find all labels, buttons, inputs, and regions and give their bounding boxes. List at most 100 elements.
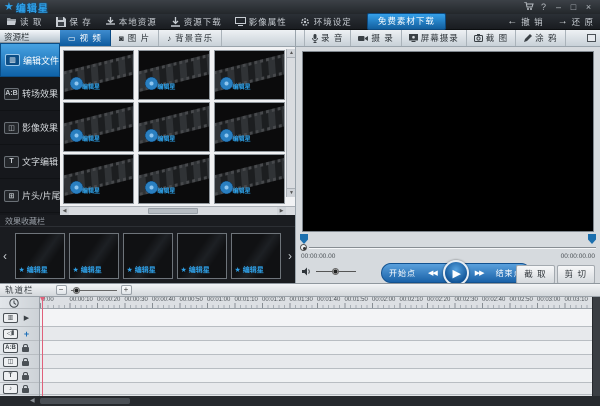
audio-track-header[interactable]: ◁⦀ + xyxy=(0,327,39,341)
audio-track-lane[interactable] xyxy=(40,327,592,341)
media-horizontal-scrollbar[interactable]: ◀ ▶ xyxy=(60,206,295,215)
fullscreen-icon[interactable] xyxy=(587,34,596,42)
media-vertical-scrollbar[interactable]: ▲ ▼ xyxy=(286,49,295,197)
scroll-right-icon[interactable]: ▶ xyxy=(277,207,286,215)
capture-button[interactable]: 截 取 xyxy=(516,265,554,284)
sidebar-item-video-effects[interactable]: ◫ 影像效果 xyxy=(0,111,60,145)
playhead[interactable] xyxy=(42,297,43,396)
volume-slider[interactable] xyxy=(316,271,356,272)
skip-forward-icon[interactable]: ▶▶ xyxy=(470,269,489,277)
favorites-prev-icon[interactable]: ‹ xyxy=(0,249,10,263)
media-thumbnail[interactable]: 编辑星 xyxy=(138,50,209,100)
sidebar-item-intro-outro[interactable]: ⊞ 片头/片尾 xyxy=(0,179,60,213)
skip-back-icon[interactable]: ◀◀ xyxy=(423,269,442,277)
timeline-zoom-handle[interactable] xyxy=(73,287,80,294)
seek-bar[interactable] xyxy=(300,244,596,252)
timeline-zoom-in-button[interactable]: + xyxy=(121,285,132,295)
video-properties-button[interactable]: 影像属性 xyxy=(235,16,287,28)
sidebar-item-edit-files[interactable]: ▥ 编辑文件 xyxy=(0,43,60,77)
tab-camcorder[interactable]: 摄 录 xyxy=(351,30,401,46)
help-button[interactable]: ? xyxy=(536,2,551,12)
video-preview-screen[interactable] xyxy=(302,51,594,232)
add-track-icon[interactable]: + xyxy=(22,329,31,339)
minimize-button[interactable]: – xyxy=(551,2,566,12)
thumbnail-logo-text: 编辑星 xyxy=(82,186,100,195)
tab-background-music[interactable]: ♪ 背景音乐 xyxy=(159,30,222,46)
save-button[interactable]: 保 存 xyxy=(55,16,91,28)
video-track-header[interactable]: ▥ ▶ xyxy=(0,309,39,327)
scroll-left-icon[interactable]: ◀ xyxy=(30,396,35,406)
media-thumbnail[interactable]: 编辑星 xyxy=(214,50,285,100)
timeline-body[interactable]: 0:0000:00:1000:00:2000:00:3000:00:4000:0… xyxy=(40,297,592,396)
tab-screen-record[interactable]: 屏幕摄录 xyxy=(402,30,467,46)
media-thumbnail[interactable]: 编辑星 xyxy=(138,102,209,152)
store-cart-icon[interactable] xyxy=(521,2,536,12)
expand-track-icon[interactable]: ▶ xyxy=(22,314,31,322)
title-track-lane[interactable] xyxy=(40,369,592,383)
lock-icon[interactable] xyxy=(22,388,29,393)
maximize-button[interactable]: □ xyxy=(566,2,581,12)
trim-end-marker[interactable] xyxy=(588,234,596,244)
favorite-effect-thumbnail[interactable]: ★ 编辑星 xyxy=(177,233,227,279)
settings-button[interactable]: 环境设定 xyxy=(300,16,352,28)
lock-icon[interactable] xyxy=(22,347,29,352)
ruler-time-label: 00:01:00 xyxy=(207,297,230,303)
resource-download-button[interactable]: 资源下载 xyxy=(170,16,222,28)
media-thumbnail[interactable]: 编辑星 xyxy=(138,154,209,204)
favorite-logo-text: ★ 编辑星 xyxy=(73,265,102,275)
media-thumbnail[interactable]: 编辑星 xyxy=(63,50,134,100)
tab-snapshot[interactable]: 截 图 xyxy=(467,30,516,46)
favorite-effect-thumbnail[interactable]: ★ 编辑星 xyxy=(123,233,173,279)
close-button[interactable]: × xyxy=(581,2,596,12)
favorite-effect-thumbnail[interactable]: ★ 编辑星 xyxy=(231,233,281,279)
title-track-header[interactable]: T xyxy=(0,369,39,383)
scrollbar-thumb[interactable] xyxy=(40,398,130,404)
ruler-time-label: 00:02:30 xyxy=(455,297,478,303)
scroll-left-icon[interactable]: ◀ xyxy=(60,207,69,215)
timeline-ruler[interactable]: 0:0000:00:1000:00:2000:00:3000:00:4000:0… xyxy=(40,297,592,309)
media-thumbnail[interactable]: 编辑星 xyxy=(214,154,285,204)
lock-icon[interactable] xyxy=(22,361,29,366)
speaker-icon[interactable] xyxy=(302,267,312,276)
seek-handle[interactable] xyxy=(300,244,307,251)
trim-start-marker[interactable] xyxy=(300,234,308,244)
timeline-zoom-out-button[interactable]: − xyxy=(56,285,67,295)
redo-button[interactable]: → 还 原 xyxy=(558,16,594,28)
favorite-effect-thumbnail[interactable]: ★ 编辑星 xyxy=(69,233,119,279)
overlay-track-lane[interactable] xyxy=(40,355,592,369)
lock-icon[interactable] xyxy=(22,375,29,380)
overlay-track-header[interactable]: ◫ xyxy=(0,355,39,369)
load-button[interactable]: 读 取 xyxy=(6,16,42,28)
ruler-time-label: 00:02:20 xyxy=(427,297,450,303)
favorites-next-icon[interactable]: › xyxy=(285,249,295,263)
video-track-lane[interactable] xyxy=(40,309,592,327)
tab-doodle[interactable]: 涂 鸦 xyxy=(516,30,565,46)
sidebar-item-text-edit[interactable]: T 文字编辑 xyxy=(0,145,60,179)
thumbnail-logo-text: 编辑星 xyxy=(82,82,100,91)
music-track-lane[interactable] xyxy=(40,383,592,395)
timeline-vertical-scrollbar[interactable] xyxy=(592,297,600,396)
tab-record-audio[interactable]: 录 音 xyxy=(304,30,351,46)
timeline-zoom-slider[interactable] xyxy=(71,290,117,291)
volume-handle[interactable] xyxy=(332,268,339,275)
undo-button[interactable]: ← 撤 销 xyxy=(507,16,543,28)
timeline-horizontal-scrollbar[interactable]: ◀ xyxy=(0,396,600,406)
tab-picture[interactable]: ◙ 图 片 xyxy=(111,30,159,46)
music-track-header[interactable]: ♪ xyxy=(0,383,39,395)
free-material-download-button[interactable]: 免费素材下载 xyxy=(367,13,446,30)
transition-track-header[interactable]: A:B xyxy=(0,341,39,355)
cut-button[interactable]: 剪 切 xyxy=(557,265,595,284)
sidebar-item-transition-effects[interactable]: A:B 转场效果 xyxy=(0,77,60,111)
tab-video[interactable]: ▭ 视 频 xyxy=(60,30,111,46)
media-thumbnail[interactable]: 编辑星 xyxy=(214,102,285,152)
transition-track-lane[interactable] xyxy=(40,341,592,355)
media-thumbnail[interactable]: 编辑星 xyxy=(63,154,134,204)
media-thumbnail[interactable]: 编辑星 xyxy=(63,102,134,152)
local-resource-button[interactable]: 本地资源 xyxy=(105,16,157,28)
favorite-effect-thumbnail[interactable]: ★ 编辑星 xyxy=(15,233,65,279)
ruler-time-label: 00:02:50 xyxy=(510,297,533,303)
start-point-button[interactable]: 开始点 xyxy=(382,268,423,279)
total-time: 00:00:00.00 xyxy=(561,253,595,260)
scrollbar-thumb[interactable] xyxy=(148,208,198,214)
seek-track[interactable] xyxy=(309,247,596,249)
